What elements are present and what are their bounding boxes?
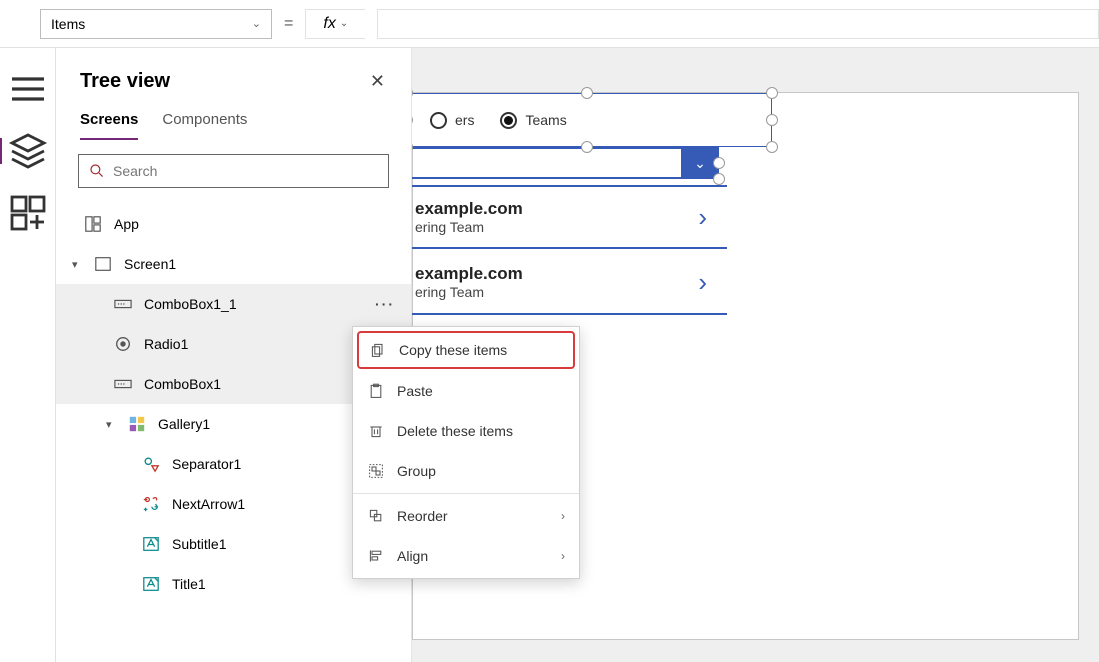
close-icon[interactable]: ✕: [370, 71, 385, 92]
menu-reorder[interactable]: Reorder ›: [353, 496, 579, 536]
menu-separator: [353, 493, 579, 494]
gallery-item-subtitle: ering Team: [415, 219, 698, 235]
fx-label: fx: [323, 15, 335, 33]
resize-handle[interactable]: [766, 87, 778, 99]
reorder-icon: [367, 508, 385, 524]
hamburger-icon[interactable]: [8, 72, 48, 106]
tree-view-title: Tree view: [80, 70, 170, 93]
label-icon: [140, 535, 162, 553]
label-icon: [140, 575, 162, 593]
formula-input[interactable]: [377, 9, 1099, 39]
search-input[interactable]: [78, 154, 389, 188]
radio-option-2[interactable]: Teams: [500, 112, 566, 129]
gallery-item-title: example.com: [415, 199, 698, 219]
property-dropdown[interactable]: Items ⌄: [40, 9, 272, 39]
tree-node-label: Gallery1: [158, 416, 210, 432]
delete-icon: [367, 423, 385, 439]
tree-node-label: Title1: [172, 576, 206, 592]
radio-circle-icon: [430, 112, 447, 129]
radio-icon: [112, 335, 134, 353]
radio-option-label: Teams: [525, 112, 566, 128]
menu-delete-items[interactable]: Delete these items: [353, 411, 579, 451]
group-icon: [367, 463, 385, 479]
tree-node-label: NextArrow1: [172, 496, 245, 512]
tree-node-label: Separator1: [172, 456, 241, 472]
gallery-item[interactable]: example.com ering Team ›: [407, 185, 727, 249]
tree-node-label: ComboBox1_1: [144, 296, 237, 312]
equals-sign: =: [284, 15, 293, 33]
menu-label: Delete these items: [397, 423, 513, 439]
menu-label: Group: [397, 463, 436, 479]
search-field[interactable]: [113, 163, 378, 179]
app-icon: [82, 215, 104, 233]
left-rail: [0, 48, 56, 662]
gallery-item[interactable]: example.com ering Team ›: [407, 251, 727, 315]
formula-bar: Items ⌄ = fx ⌄: [0, 0, 1099, 48]
tab-components[interactable]: Components: [162, 111, 247, 140]
menu-group[interactable]: Group: [353, 451, 579, 491]
caret-down-icon[interactable]: ▾: [72, 258, 86, 271]
tree-node-label: App: [114, 216, 139, 232]
tree-node-label: Subtitle1: [172, 536, 226, 552]
tree-node-label: Radio1: [144, 336, 188, 352]
chevron-right-icon[interactable]: ›: [698, 202, 727, 233]
menu-label: Align: [397, 548, 428, 564]
radio-option-label: ers: [455, 112, 474, 128]
chevron-right-icon[interactable]: ›: [698, 267, 727, 298]
menu-label: Copy these items: [399, 342, 507, 358]
tree-view-rail-icon[interactable]: [8, 134, 48, 168]
chevron-right-icon: ›: [561, 509, 565, 523]
fx-button[interactable]: fx ⌄: [305, 9, 365, 39]
resize-handle[interactable]: [713, 157, 725, 169]
paste-icon: [367, 383, 385, 399]
menu-align[interactable]: Align ›: [353, 536, 579, 576]
separator-icon: [140, 455, 162, 473]
screen-icon: [92, 255, 114, 273]
chevron-right-icon: ›: [561, 549, 565, 563]
caret-down-icon[interactable]: ▾: [106, 418, 120, 431]
chevron-down-icon: ⌄: [252, 17, 261, 30]
tree-node-screen1[interactable]: ▾ Screen1: [56, 244, 411, 284]
radio-circle-selected-icon: [500, 112, 517, 129]
radio-control[interactable]: ers Teams: [407, 93, 772, 147]
resize-handle[interactable]: [766, 114, 778, 126]
combobox-icon: [112, 375, 134, 393]
combobox-icon: [112, 295, 134, 313]
resize-handle[interactable]: [581, 141, 593, 153]
menu-label: Reorder: [397, 508, 448, 524]
tab-screens[interactable]: Screens: [80, 111, 138, 140]
property-name: Items: [51, 16, 85, 32]
tree-node-combobox1-1[interactable]: ComboBox1_1 ···: [56, 284, 411, 324]
insert-rail-icon[interactable]: [8, 196, 48, 230]
tree-node-app[interactable]: App: [56, 204, 411, 244]
context-menu: Copy these items Paste Delete these item…: [352, 326, 580, 579]
tree-node-label: ComboBox1: [144, 376, 221, 392]
more-icon[interactable]: ···: [359, 296, 411, 312]
gallery-item-title: example.com: [415, 264, 698, 284]
combobox-control[interactable]: [407, 147, 719, 179]
radio-option-1[interactable]: ers: [430, 112, 474, 129]
tree-node-label: Screen1: [124, 256, 176, 272]
align-icon: [367, 548, 385, 564]
resize-handle[interactable]: [581, 87, 593, 99]
resize-handle[interactable]: [713, 173, 725, 185]
gallery-item-subtitle: ering Team: [415, 284, 698, 300]
gallery-icon: [126, 415, 148, 433]
search-icon: [89, 163, 105, 179]
chevron-down-icon: ⌄: [340, 18, 348, 29]
menu-label: Paste: [397, 383, 433, 399]
menu-paste[interactable]: Paste: [353, 371, 579, 411]
menu-copy-items[interactable]: Copy these items: [357, 331, 575, 369]
nextarrow-icon: [140, 495, 162, 513]
resize-handle[interactable]: [766, 141, 778, 153]
copy-icon: [369, 342, 387, 358]
